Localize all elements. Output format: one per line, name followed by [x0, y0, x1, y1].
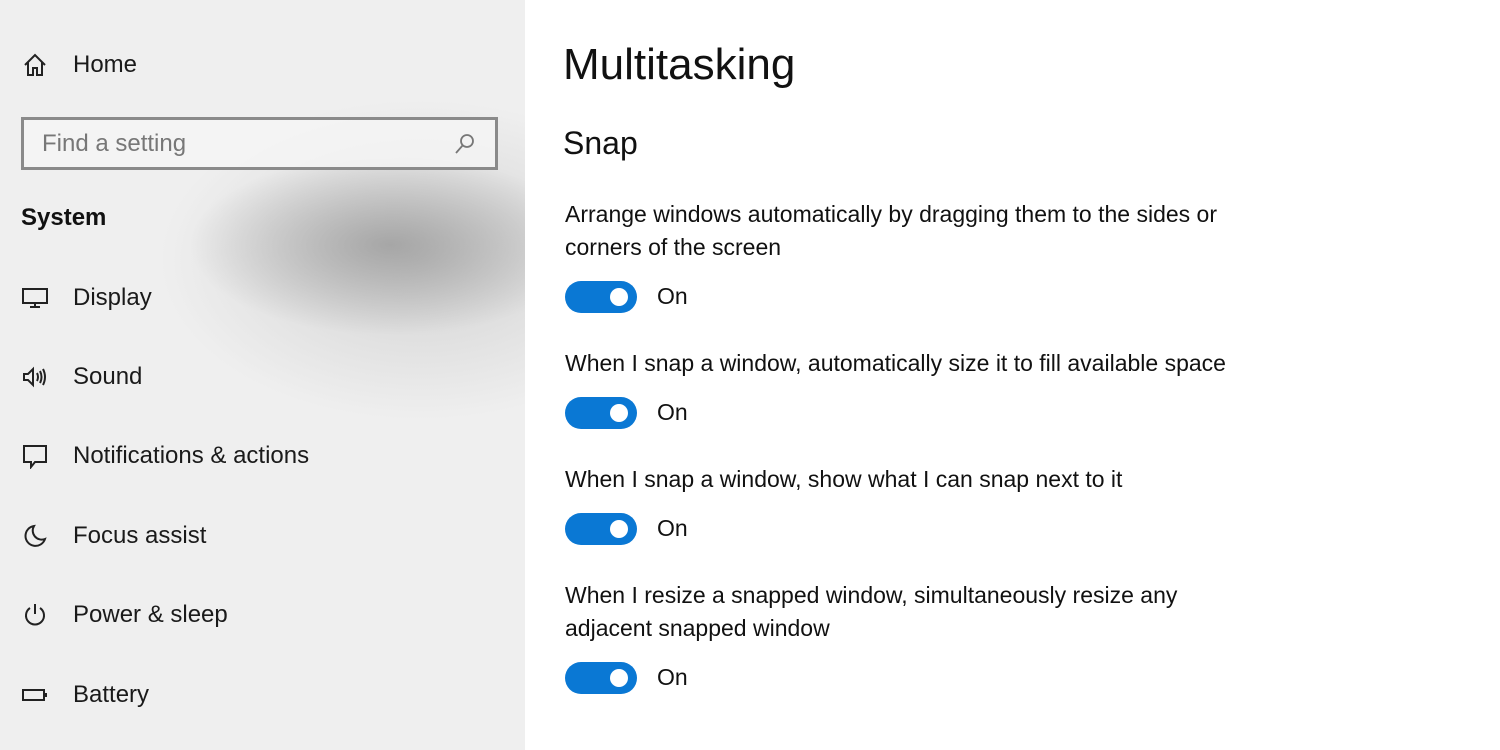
nav-battery[interactable]: Battery: [20, 680, 149, 710]
nav-label: Focus assist: [73, 522, 206, 550]
option-label: Arrange windows automatically by draggin…: [565, 198, 1285, 264]
nav-home-label: Home: [73, 51, 137, 79]
notification-icon: [20, 441, 50, 471]
page-title: Multitasking: [563, 40, 795, 90]
nav-label: Display: [73, 284, 152, 312]
nav-home[interactable]: Home: [20, 50, 137, 80]
monitor-icon: [20, 283, 50, 313]
option-arrange-windows: Arrange windows automatically by draggin…: [565, 198, 1305, 313]
nav-label: Notifications & actions: [73, 442, 309, 470]
toggle-switch[interactable]: [565, 397, 637, 429]
nav-display[interactable]: Display: [20, 283, 152, 313]
toggle-switch[interactable]: [565, 513, 637, 545]
search-placeholder: Find a setting: [42, 130, 453, 158]
sidebar: Home Find a setting System Display Sound…: [0, 0, 525, 750]
option-resize-adjacent: When I resize a snapped window, simultan…: [565, 579, 1305, 694]
search-input[interactable]: Find a setting: [21, 117, 498, 170]
nav-focus-assist[interactable]: Focus assist: [20, 521, 206, 551]
speaker-icon: [20, 362, 50, 392]
option-label: When I snap a window, show what I can sn…: [565, 463, 1305, 496]
nav-sound[interactable]: Sound: [20, 362, 142, 392]
nav-power-sleep[interactable]: Power & sleep: [20, 600, 228, 630]
toggle-state: On: [657, 280, 688, 313]
home-icon: [20, 50, 50, 80]
toggle-switch[interactable]: [565, 281, 637, 313]
option-auto-size: When I snap a window, automatically size…: [565, 347, 1305, 429]
nav-label: Sound: [73, 363, 142, 391]
option-label: When I resize a snapped window, simultan…: [565, 579, 1245, 645]
battery-icon: [20, 680, 50, 710]
section-title: Snap: [563, 125, 638, 162]
search-icon: [453, 132, 477, 156]
toggle-switch[interactable]: [565, 662, 637, 694]
moon-icon: [20, 521, 50, 551]
option-snap-assist: When I snap a window, show what I can sn…: [565, 463, 1305, 545]
nav-notifications[interactable]: Notifications & actions: [20, 441, 309, 471]
toggle-state: On: [657, 512, 688, 545]
option-label: When I snap a window, automatically size…: [565, 347, 1305, 380]
toggle-state: On: [657, 661, 688, 694]
nav-label: Battery: [73, 681, 149, 709]
section-system: System: [21, 204, 106, 232]
toggle-state: On: [657, 396, 688, 429]
power-icon: [20, 600, 50, 630]
nav-label: Power & sleep: [73, 601, 228, 629]
